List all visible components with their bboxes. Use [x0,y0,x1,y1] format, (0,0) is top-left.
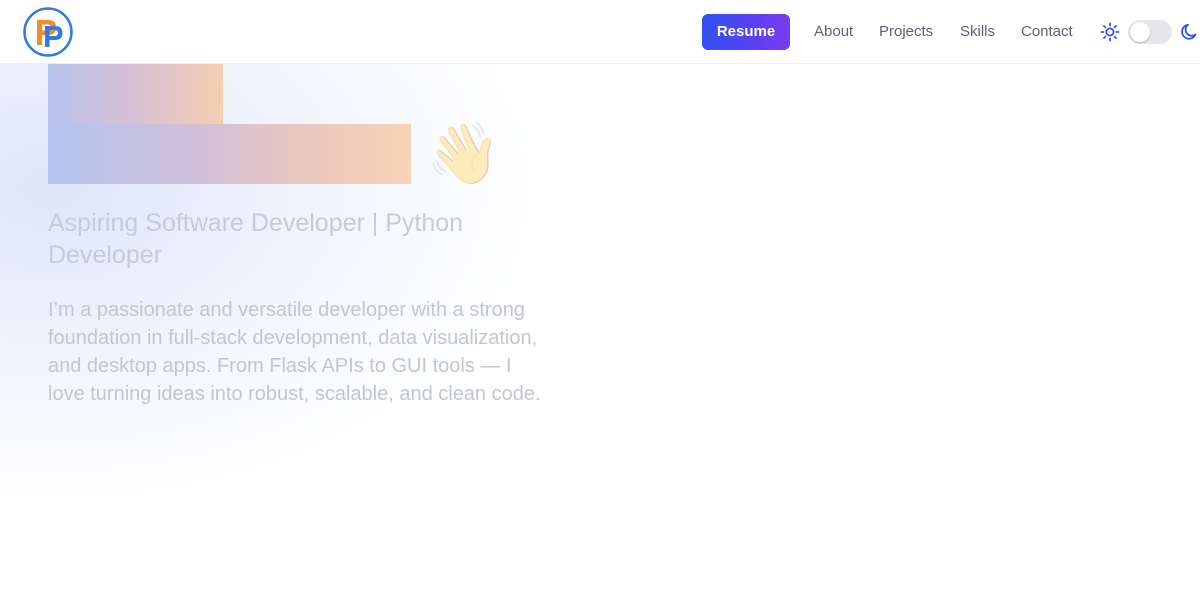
toggle-knob [1130,22,1150,42]
nav-link-projects[interactable]: Projects [879,22,933,42]
logo-icon[interactable] [23,7,73,57]
theme-toggle[interactable] [1128,20,1172,44]
sun-icon[interactable] [1100,22,1120,42]
hero-subtitle: Aspiring Software Developer | Python Dev… [48,209,464,269]
nav-link-contact[interactable]: Contact [1021,22,1073,42]
hero-intro: I’m a passionate and versatile developer… [48,299,541,405]
nav-link-skills[interactable]: Skills [960,22,995,42]
navbar: Resume About Projects Skills Contact [0,0,1200,64]
hero-title-highlight-top [48,64,223,124]
waving-hand-icon: 👋 [426,120,501,187]
moon-icon[interactable] [1180,22,1200,42]
page: Resume About Projects Skills Contact 👋 A… [0,0,1200,600]
hero-title-highlight-bottom [48,124,411,184]
nav-link-about[interactable]: About [814,22,853,42]
resume-button[interactable]: Resume [702,14,790,50]
